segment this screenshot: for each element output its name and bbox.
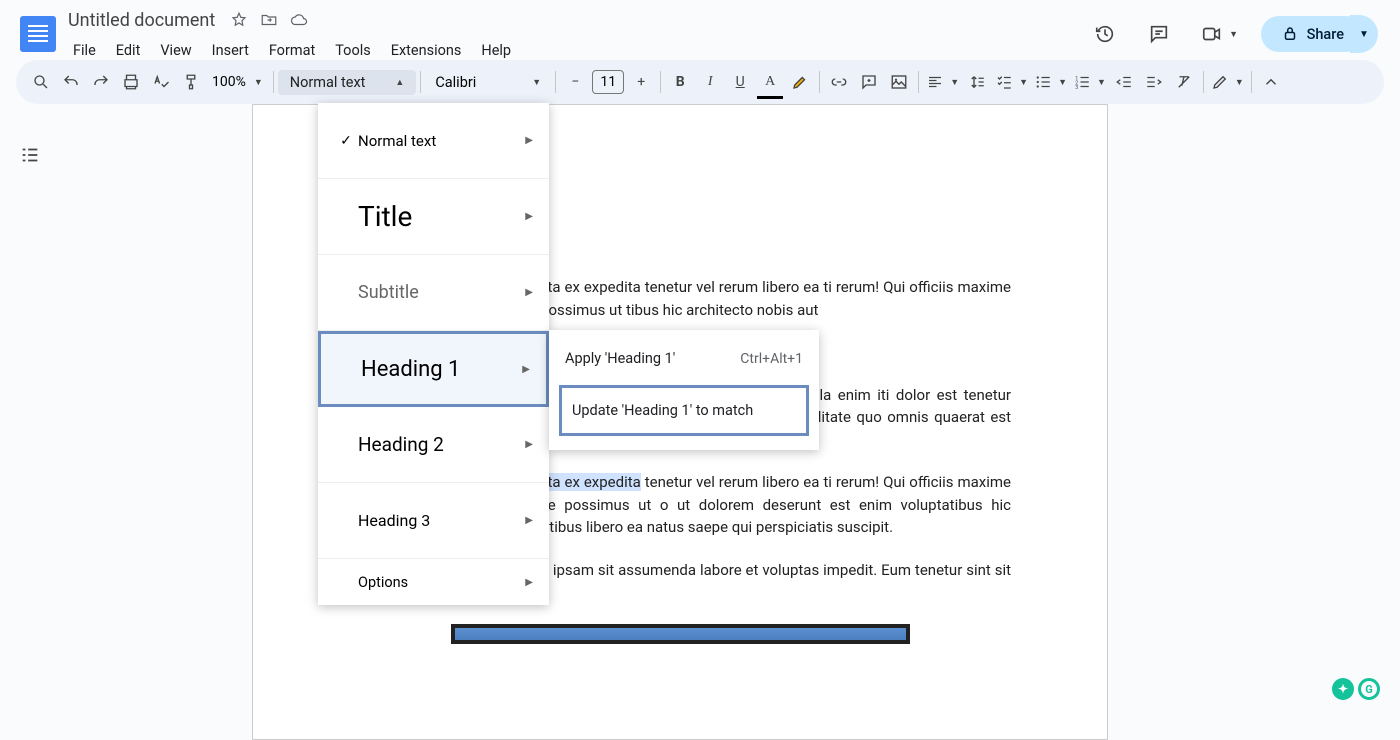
menu-edit[interactable]: Edit	[107, 38, 150, 63]
style-option-heading3[interactable]: Heading 3▶	[318, 483, 549, 559]
move-folder-icon[interactable]	[259, 10, 279, 30]
menu-insert[interactable]: Insert	[203, 38, 258, 63]
style-option-normal[interactable]: ✓ Normal text▶	[318, 103, 549, 179]
grammarly-widget[interactable]: ✦	[1332, 678, 1380, 700]
grammarly-icon[interactable]	[1358, 678, 1380, 700]
zoom-select[interactable]: 100%▼	[206, 74, 269, 90]
collapse-toolbar-icon[interactable]	[1256, 67, 1286, 97]
redo-icon[interactable]	[86, 67, 116, 97]
share-label: Share	[1307, 26, 1344, 43]
decrease-indent-icon[interactable]	[1109, 67, 1139, 97]
highlight-button[interactable]	[785, 67, 815, 97]
bulleted-list-button[interactable]: ▼	[1031, 67, 1070, 97]
paint-format-icon[interactable]	[176, 67, 206, 97]
style-option-subtitle[interactable]: Subtitle▶	[318, 255, 549, 331]
print-icon[interactable]	[116, 67, 146, 97]
insert-comment-icon[interactable]	[854, 67, 884, 97]
menu-help[interactable]: Help	[472, 38, 520, 63]
cloud-status-icon[interactable]	[289, 10, 309, 30]
check-icon: ✓	[334, 133, 358, 149]
undo-icon[interactable]	[56, 67, 86, 97]
inline-image[interactable]	[451, 624, 910, 644]
increase-font-size[interactable]: +	[626, 67, 656, 97]
insert-link-icon[interactable]	[824, 67, 854, 97]
style-option-heading2[interactable]: Heading 2▶	[318, 407, 549, 483]
numbered-list-button[interactable]: 123▼	[1070, 67, 1109, 97]
apply-heading1[interactable]: Apply 'Heading 1'Ctrl+Alt+1	[549, 338, 819, 379]
menu-file[interactable]: File	[64, 38, 105, 63]
doc-title[interactable]: Untitled document	[64, 10, 219, 31]
menu-extensions[interactable]: Extensions	[382, 38, 471, 63]
star-icon[interactable]	[229, 10, 249, 30]
text-color-button[interactable]: A	[755, 67, 785, 97]
main-menu: File Edit View Insert Format Tools Exten…	[64, 36, 520, 64]
font-size-input[interactable]: 11	[592, 70, 624, 94]
meet-icon[interactable]: ▼	[1193, 14, 1247, 54]
menu-view[interactable]: View	[151, 38, 200, 63]
style-option-title[interactable]: Title▶	[318, 179, 549, 255]
bold-button[interactable]: B	[665, 67, 695, 97]
decrease-font-size[interactable]: −	[560, 67, 590, 97]
line-spacing-button[interactable]	[962, 67, 992, 97]
search-icon[interactable]	[26, 67, 56, 97]
menu-format[interactable]: Format	[260, 38, 324, 63]
menu-tools[interactable]: Tools	[326, 38, 380, 63]
outline-toggle[interactable]	[0, 104, 60, 740]
grammarly-add-icon[interactable]: ✦	[1332, 678, 1354, 700]
styles-dropdown: ✓ Normal text▶ Title▶ Subtitle▶ Heading …	[318, 103, 549, 605]
checklist-button[interactable]: ▼	[992, 67, 1031, 97]
insert-image-icon[interactable]	[884, 67, 914, 97]
heading1-submenu: Apply 'Heading 1'Ctrl+Alt+1 Update 'Head…	[549, 330, 819, 450]
editing-mode-button[interactable]: ▼	[1208, 67, 1247, 97]
toolbar: 100%▼ Normal text▲ Calibri▼ − 11 + B I U…	[16, 60, 1384, 104]
underline-button[interactable]: U	[725, 67, 755, 97]
font-select[interactable]: Calibri▼	[425, 74, 551, 91]
update-heading1-to-match[interactable]: Update 'Heading 1' to match	[559, 385, 809, 436]
increase-indent-icon[interactable]	[1139, 67, 1169, 97]
spellcheck-icon[interactable]	[146, 67, 176, 97]
svg-text:3: 3	[1075, 85, 1078, 91]
style-option-options[interactable]: Options▶	[318, 559, 549, 605]
style-option-heading1[interactable]: Heading 1▶	[318, 331, 549, 407]
docs-logo[interactable]	[16, 8, 60, 60]
clear-format-icon[interactable]	[1169, 67, 1199, 97]
title-bar: Untitled document File Edit View Insert …	[0, 0, 1400, 60]
comments-icon[interactable]	[1139, 14, 1179, 54]
share-button[interactable]: Share	[1261, 16, 1364, 52]
align-button[interactable]: ▼	[923, 67, 962, 97]
italic-button[interactable]: I	[695, 67, 725, 97]
history-icon[interactable]	[1085, 14, 1125, 54]
paragraph-styles-select[interactable]: Normal text▲	[278, 70, 417, 95]
share-dropdown[interactable]: ▼	[1350, 15, 1378, 53]
